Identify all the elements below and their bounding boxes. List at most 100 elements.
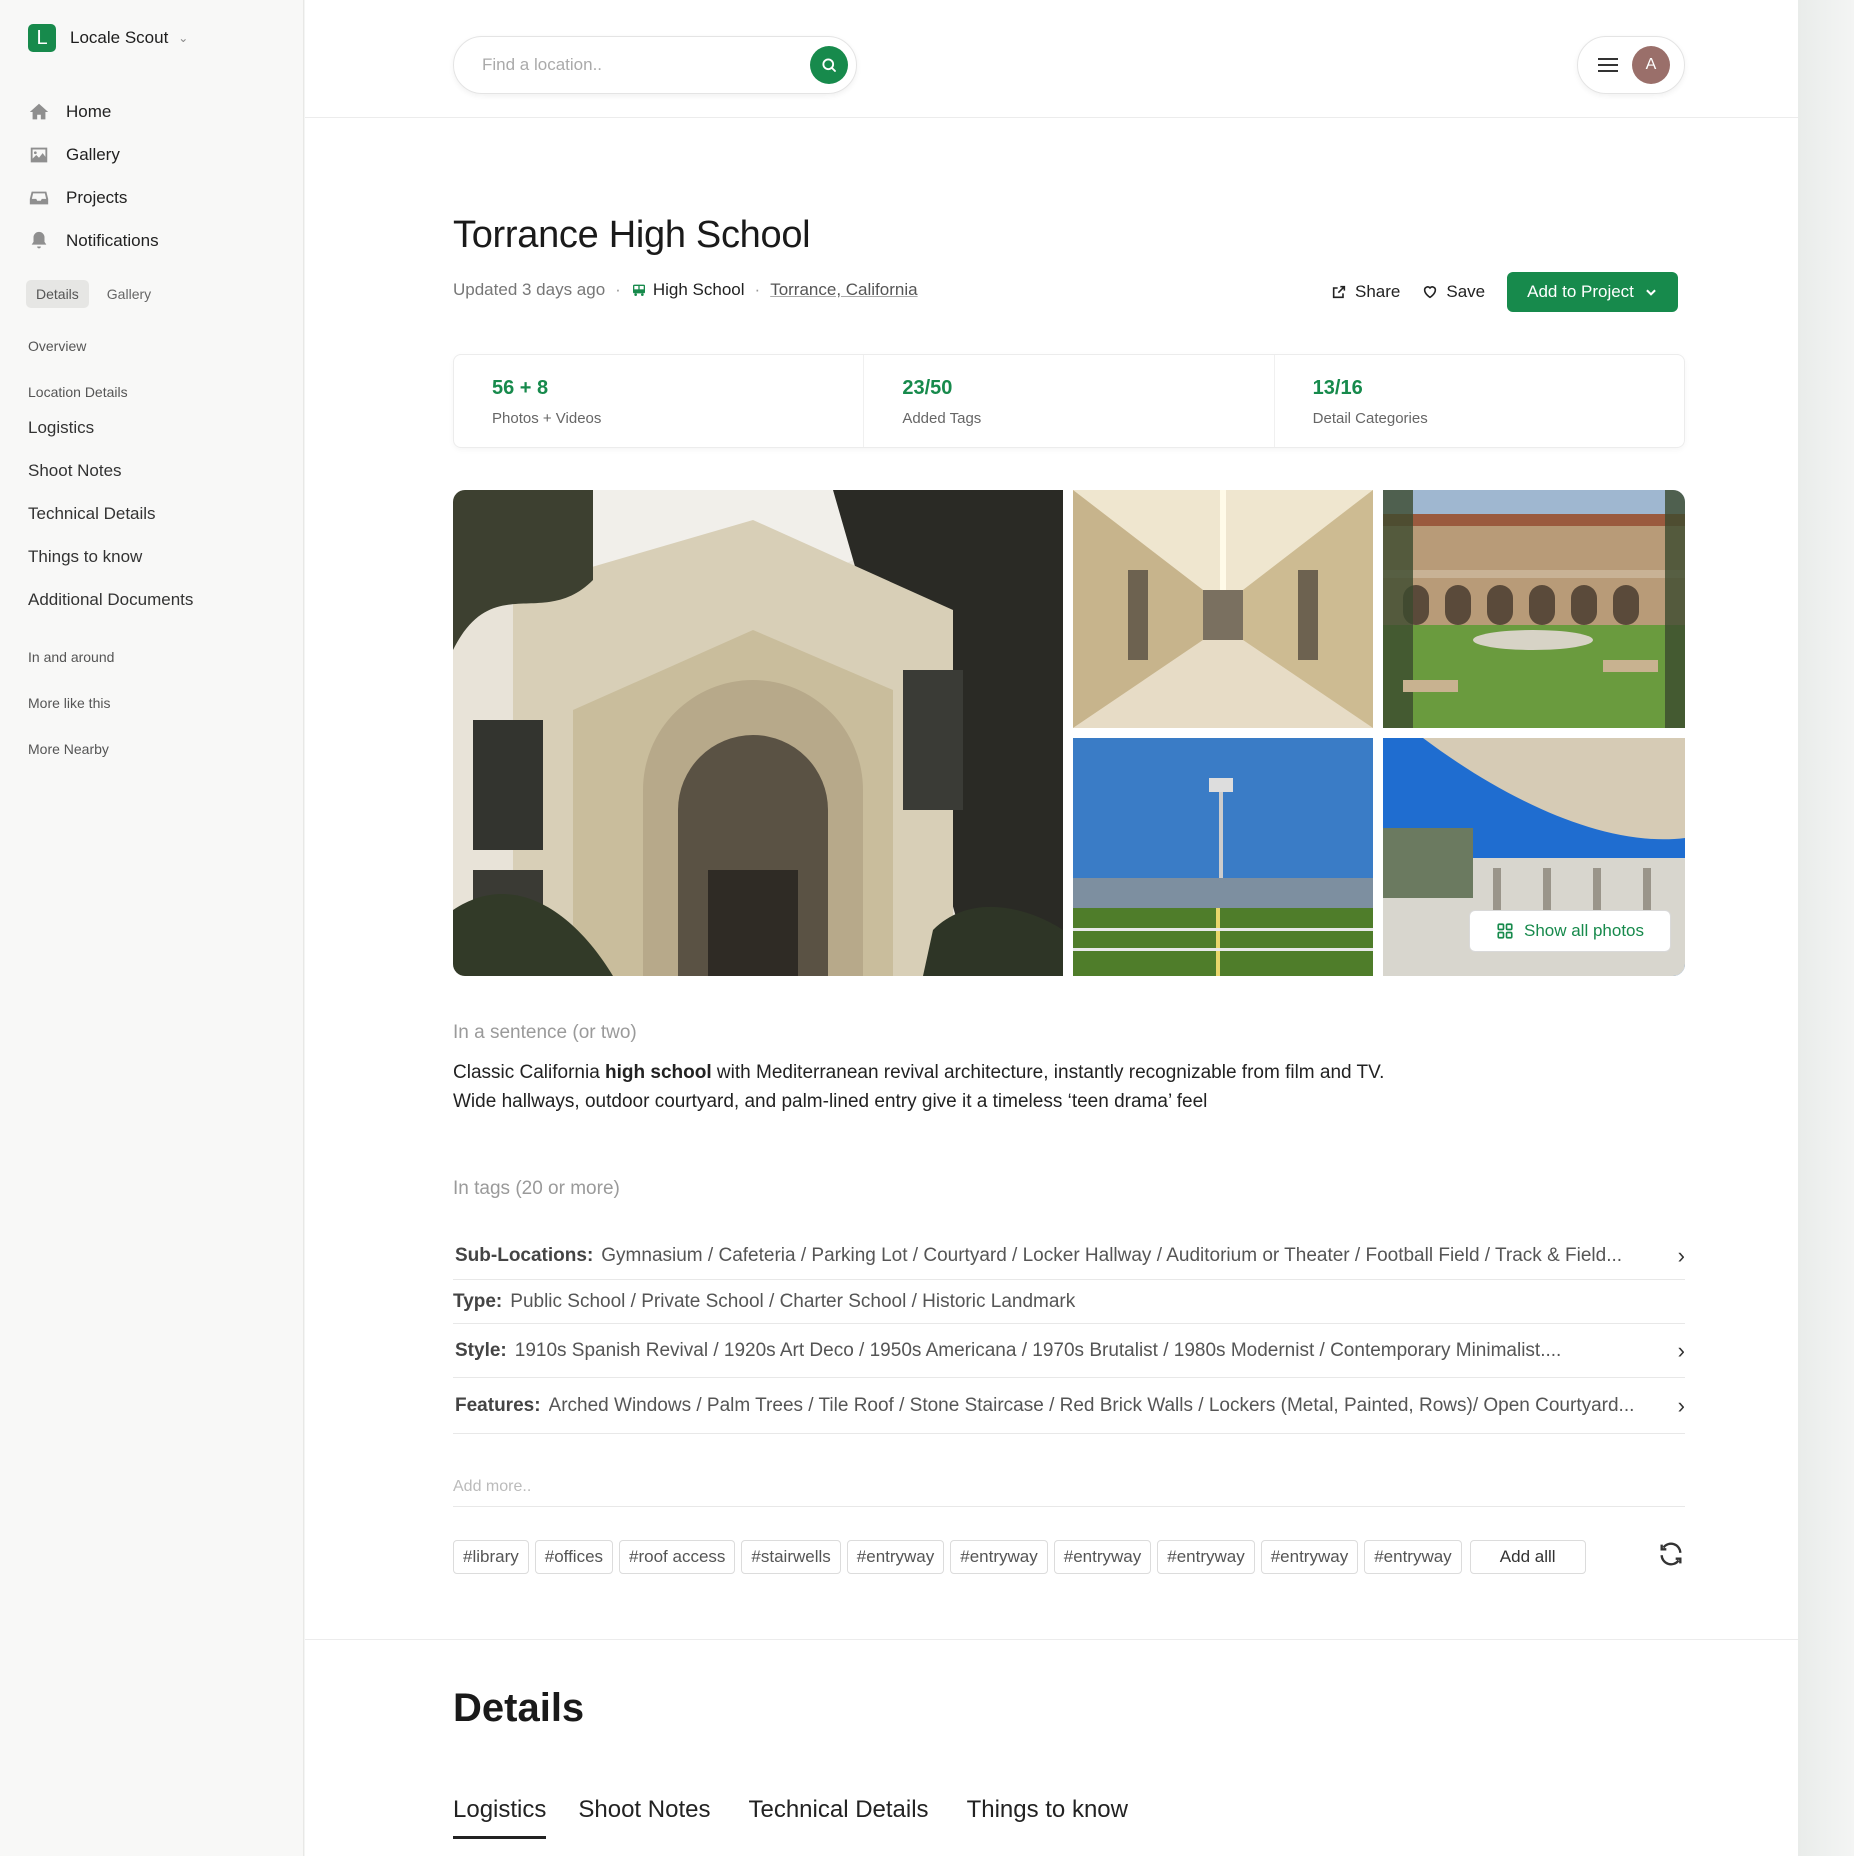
main-content: A Torrance High School Updated 3 days ag… [305, 0, 1798, 1856]
stat-categories-label: Detail Categories [1312, 410, 1428, 427]
toc-overview[interactable]: Overview [28, 334, 193, 358]
tag-suggestion-chip[interactable]: #entryway [950, 1540, 1048, 1574]
refresh-icon[interactable] [1657, 1540, 1685, 1568]
toc-more-like-this[interactable]: More like this [28, 691, 193, 715]
show-all-photos-button[interactable]: Show all photos [1469, 910, 1671, 952]
add-all-tags-button[interactable]: Add alll [1469, 1540, 1586, 1574]
stat-tags-value: 23/50 [902, 377, 953, 399]
tag-suggestion-chip[interactable]: #entryway [1157, 1540, 1255, 1574]
add-tag-input[interactable] [453, 1478, 1685, 1507]
section-divider [305, 1639, 1798, 1640]
toc-section-location-details[interactable]: Location Details [28, 380, 193, 404]
nav-notifications-label: Notifications [66, 230, 159, 250]
chevron-right-icon: › [1677, 1337, 1685, 1363]
photo-courtyard[interactable] [1383, 490, 1685, 728]
grid-icon [1497, 923, 1513, 939]
share-button[interactable]: Share [1331, 282, 1400, 302]
summary-text-before: Classic California [453, 1062, 606, 1083]
tag-suggestion-chip[interactable]: #stairwells [741, 1540, 841, 1574]
search-icon [822, 58, 836, 72]
user-menu[interactable]: A [1577, 36, 1685, 94]
tag-suggestion-chip[interactable]: #library [453, 1540, 529, 1574]
search-bar [453, 36, 857, 94]
suggested-tags: #library #offices #roof access #stairwel… [453, 1540, 1586, 1574]
inbox-icon [28, 187, 50, 209]
nav-projects[interactable]: Projects [28, 176, 159, 219]
location-place-link[interactable]: Torrance, California [770, 280, 917, 300]
toc-technical-details[interactable]: Technical Details [28, 492, 193, 535]
photo-main-building[interactable] [453, 490, 1063, 976]
separator-dot: · [615, 280, 621, 299]
tag-suggestion-chip[interactable]: #entryway [1364, 1540, 1462, 1574]
nav-gallery[interactable]: Gallery [28, 133, 159, 176]
tab-things-to-know[interactable]: Things to know [967, 1796, 1128, 1839]
nav-home-label: Home [66, 101, 112, 121]
tag-suggestion-chip[interactable]: #entryway [846, 1540, 945, 1574]
top-bar: A [305, 0, 1798, 118]
tag-row-features[interactable]: Features: Arched Windows / Palm Trees / … [453, 1378, 1685, 1434]
app-name: Locale Scout [70, 28, 169, 47]
subtab-gallery[interactable]: Gallery [97, 280, 161, 308]
tab-logistics[interactable]: Logistics [453, 1796, 547, 1839]
toc-logistics[interactable]: Logistics [28, 406, 193, 449]
nav-gallery-label: Gallery [66, 144, 120, 164]
tag-row-sub-locations[interactable]: Sub-Locations: Gymnasium / Cafeteria / P… [453, 1232, 1685, 1280]
toc-in-and-around[interactable]: In and around [28, 645, 193, 669]
hamburger-menu-icon [1598, 54, 1618, 76]
location-type: High School [631, 280, 745, 300]
home-icon [28, 101, 50, 123]
chevron-right-icon: › [1677, 1242, 1685, 1268]
table-of-contents: Overview Location Details Logistics Shoo… [28, 334, 193, 761]
tag-values: Gymnasium / Cafeteria / Parking Lot / Co… [601, 1244, 1623, 1266]
share-icon [1332, 285, 1346, 299]
location-type-label: High School [652, 280, 745, 299]
tag-row-style[interactable]: Style: 1910s Spanish Revival / 1920s Art… [453, 1324, 1685, 1378]
heart-icon [1424, 286, 1437, 299]
location-actions: Share Save Add to Project [1331, 272, 1678, 312]
workspace-switcher[interactable]: L Locale Scout ⌄ [28, 24, 188, 52]
toc-more-nearby[interactable]: More Nearby [28, 737, 193, 761]
photo-hallway[interactable] [1073, 490, 1373, 728]
toc-things-to-know[interactable]: Things to know [28, 535, 193, 578]
separator-dot: · [754, 280, 761, 299]
nav-notifications[interactable]: Notifications [28, 219, 159, 262]
tag-row-type: Type: Public School / Private School / C… [453, 1280, 1685, 1324]
image-icon [28, 144, 50, 166]
tag-suggestion-chip[interactable]: #offices [534, 1540, 614, 1574]
stat-media-label: Photos + Videos [492, 410, 602, 427]
summary-text-bold: high school [605, 1062, 712, 1083]
stats-card: 56 + 8 Photos + Videos 23/50 Added Tags … [453, 354, 1685, 448]
stat-tags: 23/50 Added Tags [864, 355, 1275, 447]
tag-suggestion-chip[interactable]: #entryway [1260, 1540, 1359, 1574]
search-button[interactable] [810, 46, 848, 84]
page-edge-shadow [1798, 0, 1854, 1856]
app-logo: L [28, 24, 56, 52]
tag-key: Features: [455, 1394, 541, 1416]
tag-suggestion-chip[interactable]: #entryway [1053, 1540, 1152, 1574]
photo-gallery [453, 490, 1685, 976]
chevron-down-icon: ⌄ [178, 31, 189, 45]
stat-media: 56 + 8 Photos + Videos [454, 355, 865, 447]
tag-key: Sub-Locations: [455, 1244, 594, 1266]
tag-values: Arched Windows / Palm Trees / Tile Roof … [548, 1394, 1635, 1416]
nav-home[interactable]: Home [28, 90, 159, 133]
save-label: Save [1446, 282, 1486, 301]
stat-tags-label: Added Tags [902, 410, 982, 427]
main-nav: Home Gallery Projects Notifications [28, 90, 159, 262]
tag-key: Type: [453, 1290, 503, 1312]
tab-technical-details[interactable]: Technical Details [748, 1796, 928, 1839]
save-button[interactable]: Save [1422, 282, 1485, 302]
search-input[interactable] [482, 55, 782, 75]
tag-suggestion-chip[interactable]: #roof access [619, 1540, 736, 1574]
updated-time: Updated 3 days ago [453, 280, 606, 299]
bell-icon [28, 230, 50, 252]
add-to-project-button[interactable]: Add to Project [1507, 272, 1678, 312]
toc-shoot-notes[interactable]: Shoot Notes [28, 449, 193, 492]
summary-label: In a sentence (or two) [453, 1022, 637, 1043]
subtab-details[interactable]: Details [26, 280, 89, 308]
tag-values: 1910s Spanish Revival / 1920s Art Deco /… [514, 1339, 1562, 1361]
stat-media-value: 56 + 8 [492, 377, 549, 399]
toc-additional-documents[interactable]: Additional Documents [28, 578, 193, 621]
tab-shoot-notes[interactable]: Shoot Notes [578, 1796, 710, 1839]
photo-stadium[interactable] [1073, 738, 1373, 976]
